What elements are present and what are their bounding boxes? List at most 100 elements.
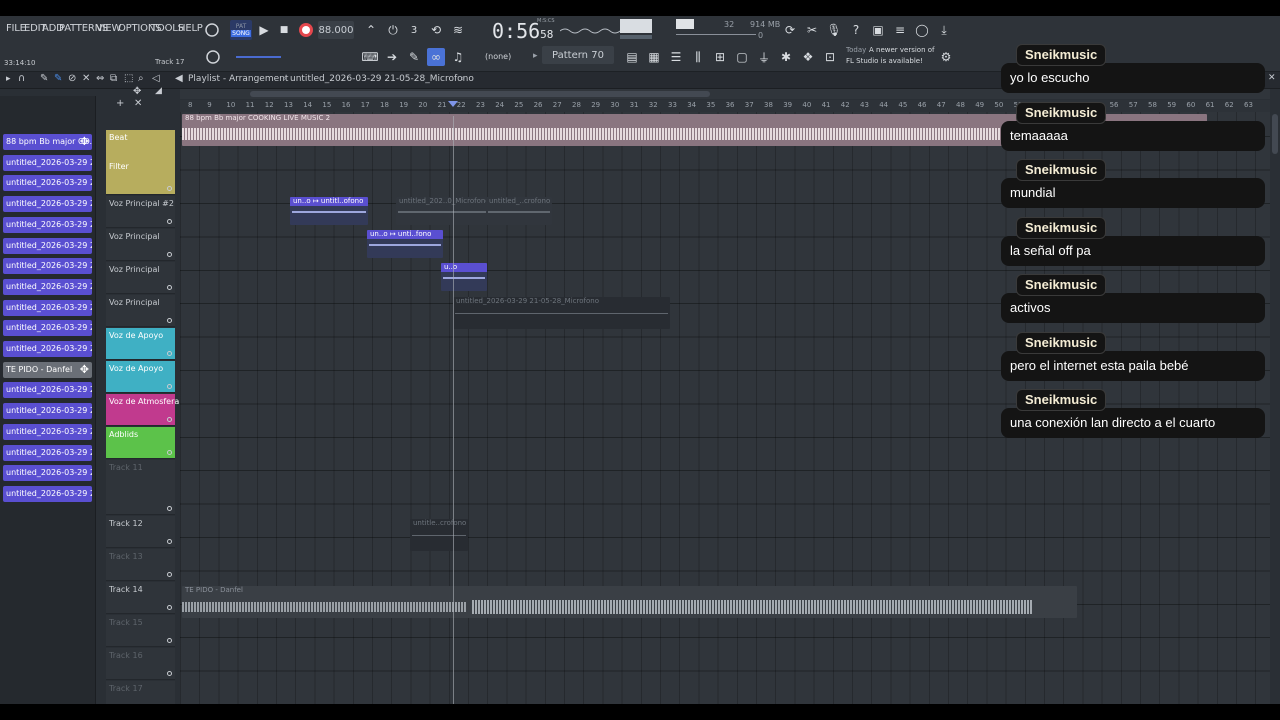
mixer-icon[interactable]: ≡ [891, 21, 909, 39]
pat-song-toggle[interactable]: PAT SONG [230, 20, 252, 40]
muted-vocal-clip[interactable]: untitled_..crofono [486, 197, 552, 225]
vocal-clip[interactable]: un..o ↦ untitl..ofono [290, 197, 368, 225]
loop-record-icon[interactable]: ⟲ [427, 21, 445, 39]
draw-tool-icon[interactable]: ✎ [405, 48, 423, 66]
vscroll-thumb[interactable] [1272, 114, 1278, 154]
muted-vocal-clip[interactable]: untitled_2026-03-29 21-05-28_Microfono [453, 297, 670, 329]
picker-item[interactable]: untitled_2026-03-29 20-... [3, 175, 92, 192]
track-header[interactable]: Beat Filter [106, 130, 175, 195]
muted-vocal-clip[interactable]: untitled_202..0_Microfono [396, 197, 488, 225]
paint-tool-icon[interactable]: ✎ [54, 73, 62, 84]
picker-item[interactable]: untitled_2026-03-29 21-... [3, 465, 92, 482]
track-mute-icon[interactable] [167, 285, 172, 290]
download-icon[interactable]: ⤓ [935, 21, 953, 39]
add-track-icon[interactable]: + [116, 98, 124, 109]
track-header[interactable]: Voz de Atmosfera [106, 394, 179, 426]
muted-vocal-clip[interactable]: untitle..crofono [410, 519, 468, 551]
track-header[interactable]: Voz Principal [106, 295, 175, 327]
zoom-tool-icon[interactable]: ⌕ [138, 73, 144, 84]
chat-icon[interactable]: ◯ [913, 21, 931, 39]
picker-item[interactable]: untitled_2026-03-29 20-... [3, 278, 92, 295]
track-resize-icon[interactable]: ✥ [133, 86, 141, 97]
track-header[interactable]: Voz Principal [106, 229, 175, 261]
scrollbar-thumb[interactable] [250, 91, 710, 97]
step-sequencer-icon[interactable]: ⊞ [711, 48, 729, 66]
news-line2[interactable]: FL Studio is available! [846, 57, 923, 65]
track-header[interactable]: Track 14 [106, 582, 175, 614]
track-mute-icon[interactable] [167, 450, 172, 455]
track-mute-icon[interactable] [167, 638, 172, 643]
metronome-icon[interactable]: ⌃ [362, 21, 380, 39]
master-volume-slider[interactable] [236, 56, 281, 58]
playhead-marker-icon[interactable] [448, 101, 458, 107]
delete-tool-icon[interactable]: ⊘ [68, 73, 76, 84]
picker-drag-icon[interactable]: ✥ [80, 362, 89, 378]
play-icon[interactable]: ▶ [255, 21, 273, 39]
te-pido-audio-clip[interactable]: TE PIDO - Danfel [182, 586, 1077, 618]
undo-history-icon[interactable]: ⟳ [781, 21, 799, 39]
pattern-arrow-icon[interactable]: ▸ [533, 51, 538, 61]
track-header[interactable]: Voz Principal #2 [106, 196, 175, 228]
track-header[interactable]: Adblids [106, 427, 175, 459]
picker-item[interactable]: untitled_2026-03-29 21-... [3, 444, 92, 461]
plugin-icon[interactable]: ⏚ [755, 48, 773, 66]
menu-file[interactable]: FILE [6, 23, 26, 34]
news-settings-icon[interactable]: ⚙ [937, 48, 955, 66]
track-mute-icon[interactable] [167, 539, 172, 544]
vocal-clip[interactable]: un..o ↦ unti..fono [367, 230, 443, 258]
picker-item[interactable]: untitled_2026-03-29 21-... [3, 485, 92, 502]
piano-keyboard-icon[interactable]: ⌨ [361, 48, 379, 66]
close-playlist-icon[interactable]: ✕ [1268, 73, 1276, 83]
menu-help[interactable]: HELP [178, 23, 203, 34]
mute-tool-icon[interactable]: ✕ [82, 73, 90, 84]
track-mute-icon[interactable] [167, 252, 172, 257]
wait-input-icon[interactable]: ⏻ [384, 21, 402, 39]
cut-tool-icon[interactable]: ✂ [803, 21, 821, 39]
track-header[interactable]: Track 11 [106, 460, 175, 515]
track-header[interactable]: Track 16 [106, 648, 175, 680]
slip-tool-icon[interactable]: ⇔ [96, 73, 104, 84]
picker-item[interactable]: untitled_2026-03-29 20-... [3, 341, 92, 357]
playlist-window-icon[interactable]: ▤ [623, 48, 641, 66]
slice-tool-icon[interactable]: ⧉ [110, 73, 117, 84]
piano-roll-icon[interactable]: ▦ [645, 48, 663, 66]
countdown-icon[interactable]: 3 [405, 21, 423, 39]
picker-item[interactable]: untitled_2026-03-29 20-... [3, 196, 92, 213]
track-mute-icon[interactable] [167, 417, 172, 422]
track-mute-icon[interactable] [167, 572, 172, 577]
track-mute-icon[interactable] [167, 351, 172, 356]
track-header[interactable]: Track 13 [106, 549, 175, 581]
cart-icon[interactable]: ⊡ [821, 48, 839, 66]
vocal-clip[interactable]: u..o [441, 263, 487, 291]
picker-item[interactable]: untitled_2026-03-29 20-... [3, 403, 92, 420]
track-header[interactable]: Track 12 [106, 516, 175, 548]
picker-item[interactable]: untitled_2026-03-29 20-... [3, 299, 92, 316]
playhead[interactable] [453, 116, 454, 704]
microphone-icon[interactable]: 🎙 [825, 21, 843, 39]
magnet-icon[interactable]: ∩ [18, 73, 25, 84]
track-header[interactable]: Voz de Apoyo [106, 328, 175, 360]
master-pitch-knob-icon[interactable] [204, 48, 222, 66]
browser-icon[interactable]: ▢ [733, 48, 751, 66]
picker-item[interactable]: untitled_2026-03-29 20-... [3, 320, 92, 337]
picker-item[interactable]: untitled_2026-03-29 20-... [3, 216, 92, 233]
track-mute-icon[interactable] [167, 219, 172, 224]
picker-item[interactable]: untitled_2026-03-29 20-... [3, 154, 92, 171]
track-mute-icon[interactable] [167, 671, 172, 676]
record-icon[interactable] [297, 21, 315, 39]
track-mute-icon[interactable] [167, 186, 172, 191]
tempo-display[interactable]: 88.000 [318, 21, 354, 39]
timeline-ruler[interactable]: 8 9 10 11 12 13 14 15 16 17 18 19 20 21 22 23 24 25 26 27 28… [180, 100, 1270, 112]
track-mute-icon[interactable] [167, 384, 172, 389]
bird-icon[interactable]: ❖ [799, 48, 817, 66]
track-header[interactable]: Track 17 [106, 681, 175, 704]
news-line1[interactable]: A newer version of [869, 46, 935, 54]
picker-drag-icon[interactable]: ✥ [80, 134, 89, 150]
arrow-right-icon[interactable]: ➔ [383, 48, 401, 66]
remove-track-icon[interactable]: ✕ [134, 98, 142, 109]
snap-link-icon[interactable]: ∞ [427, 48, 445, 66]
playlist-nav-icon[interactable]: ◀ [175, 73, 183, 84]
tempo-tapper-icon[interactable]: ✱ [777, 48, 795, 66]
picker-item[interactable]: untitled_2026-03-29 20-... [3, 237, 92, 254]
track-header[interactable]: Voz de Apoyo [106, 361, 175, 393]
